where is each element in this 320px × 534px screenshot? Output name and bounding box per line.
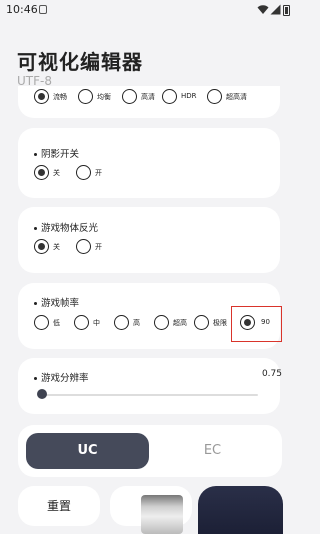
- status-time: 10:46: [6, 3, 38, 16]
- framerate-option-label: 极限: [213, 319, 227, 327]
- framerate-option-label: 中: [93, 319, 100, 327]
- framerate-option-label: 高: [133, 319, 140, 327]
- shadow-option-label: 关: [53, 169, 60, 177]
- quality-radio-1[interactable]: [78, 89, 93, 104]
- quality-radio-0[interactable]: [34, 89, 49, 104]
- obscured-overlay: [141, 495, 183, 534]
- mode-segmented-control: UC EC: [18, 425, 282, 477]
- resolution-title: 游戏分辨率: [34, 370, 89, 384]
- reflection-title: 游戏物体反光: [34, 220, 98, 234]
- page-title: 可视化编辑器: [17, 50, 143, 74]
- mode-ec-button[interactable]: EC: [151, 433, 274, 469]
- reflection-option-label: 关: [53, 243, 60, 251]
- resolution-slider-track[interactable]: [40, 394, 258, 396]
- framerate-title: 游戏帧率: [34, 295, 79, 309]
- quality-option-label: 高清: [141, 93, 155, 101]
- quality-option-label: HDR: [181, 92, 197, 100]
- reset-button[interactable]: 重置: [18, 486, 100, 526]
- status-bar: 10:46: [0, 0, 300, 22]
- quality-radio-3[interactable]: [162, 89, 177, 104]
- framerate-option-label: 超高: [173, 319, 187, 327]
- framerate-radio-low[interactable]: [34, 315, 49, 330]
- mode-uc-button[interactable]: UC: [26, 433, 149, 469]
- reflection-radio-off[interactable]: [34, 239, 49, 254]
- notification-icon: [39, 5, 47, 14]
- shadow-card: 阴影开关 关 开: [18, 128, 280, 198]
- framerate-radio-extreme[interactable]: [194, 315, 209, 330]
- quality-option-label: 均衡: [97, 93, 111, 101]
- shadow-title: 阴影开关: [34, 146, 79, 160]
- wifi-icon: [257, 5, 269, 14]
- battery-icon: [283, 5, 290, 16]
- framerate-radio-mid[interactable]: [74, 315, 89, 330]
- shadow-option-label: 开: [95, 169, 102, 177]
- shadow-radio-off[interactable]: [34, 165, 49, 180]
- quality-radio-2[interactable]: [122, 89, 137, 104]
- shadow-radio-on[interactable]: [76, 165, 91, 180]
- overlay-object: [198, 486, 283, 534]
- signal-icon: [270, 4, 281, 15]
- framerate-radio-high[interactable]: [114, 315, 129, 330]
- highlight-annotation: [231, 306, 282, 342]
- reflection-card: 游戏物体反光 关 开: [18, 207, 280, 273]
- reflection-option-label: 开: [95, 243, 102, 251]
- resolution-value: 0.75: [261, 369, 282, 379]
- quality-radio-4[interactable]: [207, 89, 222, 104]
- quality-option-label: 超高清: [226, 93, 247, 101]
- quality-option-label: 流畅: [53, 93, 67, 101]
- framerate-radio-ultra[interactable]: [154, 315, 169, 330]
- reflection-radio-on[interactable]: [76, 239, 91, 254]
- resolution-slider-thumb[interactable]: [37, 389, 47, 399]
- framerate-option-label: 低: [53, 319, 60, 327]
- resolution-card: 游戏分辨率: [18, 358, 280, 414]
- quality-card: 流畅 均衡 高清 HDR 超高清: [18, 86, 280, 118]
